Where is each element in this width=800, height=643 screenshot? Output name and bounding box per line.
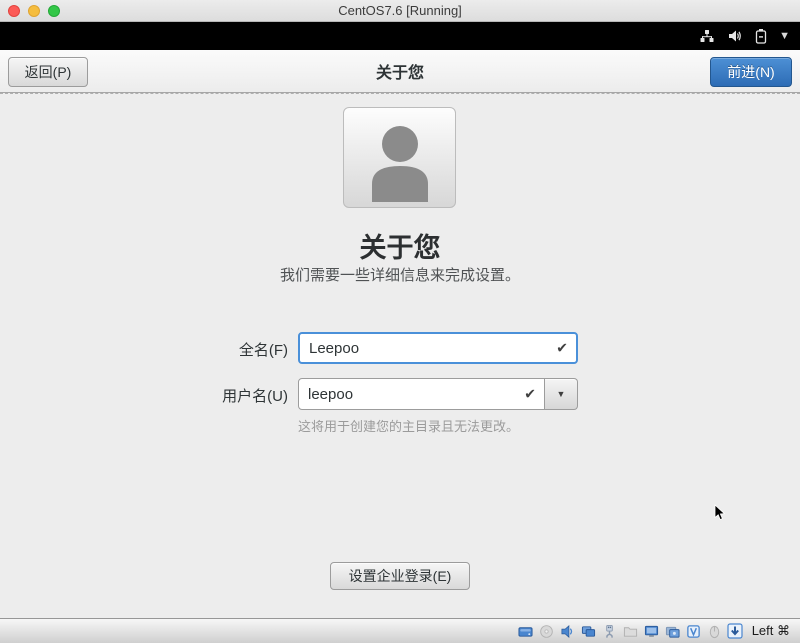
username-input[interactable] xyxy=(299,379,544,409)
username-label: 用户名(U) xyxy=(138,385,288,406)
volume-icon xyxy=(727,28,743,44)
page-heading: 关于您 xyxy=(0,226,800,265)
shared-folders-icon[interactable] xyxy=(622,623,639,640)
hard-disks-icon[interactable] xyxy=(517,623,534,640)
vbox-status-bar: Left ⌘ xyxy=(0,618,800,643)
mouse-cursor xyxy=(714,504,726,527)
fullname-field-wrap: ✔ xyxy=(298,332,578,364)
gnome-top-bar: ▼ xyxy=(0,22,800,50)
optical-drives-icon[interactable] xyxy=(538,623,555,640)
page-title: 关于您 xyxy=(0,59,800,83)
usb-icon[interactable] xyxy=(601,623,618,640)
page-subheading: 我们需要一些详细信息来完成设置。 xyxy=(0,264,800,285)
network-adapters-icon[interactable] xyxy=(580,623,597,640)
person-silhouette-icon xyxy=(355,118,445,207)
dropdown-arrow-icon: ▼ xyxy=(557,389,566,399)
wired-network-icon xyxy=(699,28,715,44)
chevron-down-icon: ▼ xyxy=(779,31,790,42)
display-icon[interactable] xyxy=(643,623,660,640)
close-window-button[interactable] xyxy=(8,5,20,17)
mouse-integration-icon[interactable] xyxy=(706,623,723,640)
fullscreen-window-button[interactable] xyxy=(48,5,60,17)
host-key-label: Left ⌘ xyxy=(752,623,790,639)
virtualbox-window: CentOS7.6 [Running] ▼ 关于您 返回(P) 前进(N) xyxy=(0,0,800,643)
username-hint: 这将用于创建您的主目录且无法更改。 xyxy=(298,416,519,435)
username-field-wrap: ✔ xyxy=(298,378,545,410)
setup-content: 关于您 我们需要一些详细信息来完成设置。 全名(F) ✔ 用户名(U) ✔ ▼ … xyxy=(0,93,800,618)
fullname-input[interactable] xyxy=(300,334,576,362)
minimize-window-button[interactable] xyxy=(28,5,40,17)
window-controls xyxy=(8,0,60,22)
fullname-label: 全名(F) xyxy=(138,339,288,360)
keyboard-capture-icon[interactable] xyxy=(727,623,744,640)
username-dropdown-button[interactable]: ▼ xyxy=(545,378,578,410)
vm-features-icon[interactable] xyxy=(685,623,702,640)
enterprise-login-button[interactable]: 设置企业登录(E) xyxy=(330,562,470,590)
window-title: CentOS7.6 [Running] xyxy=(0,3,800,18)
avatar[interactable] xyxy=(343,107,456,208)
audio-icon[interactable] xyxy=(559,623,576,640)
recording-icon[interactable] xyxy=(664,623,681,640)
forward-button[interactable]: 前进(N) xyxy=(710,57,792,87)
back-button[interactable]: 返回(P) xyxy=(8,57,88,87)
macos-titlebar: CentOS7.6 [Running] xyxy=(0,0,800,22)
system-status-area[interactable]: ▼ xyxy=(699,22,790,50)
setup-header-bar: 关于您 返回(P) 前进(N) xyxy=(0,50,800,93)
battery-icon xyxy=(755,28,767,44)
